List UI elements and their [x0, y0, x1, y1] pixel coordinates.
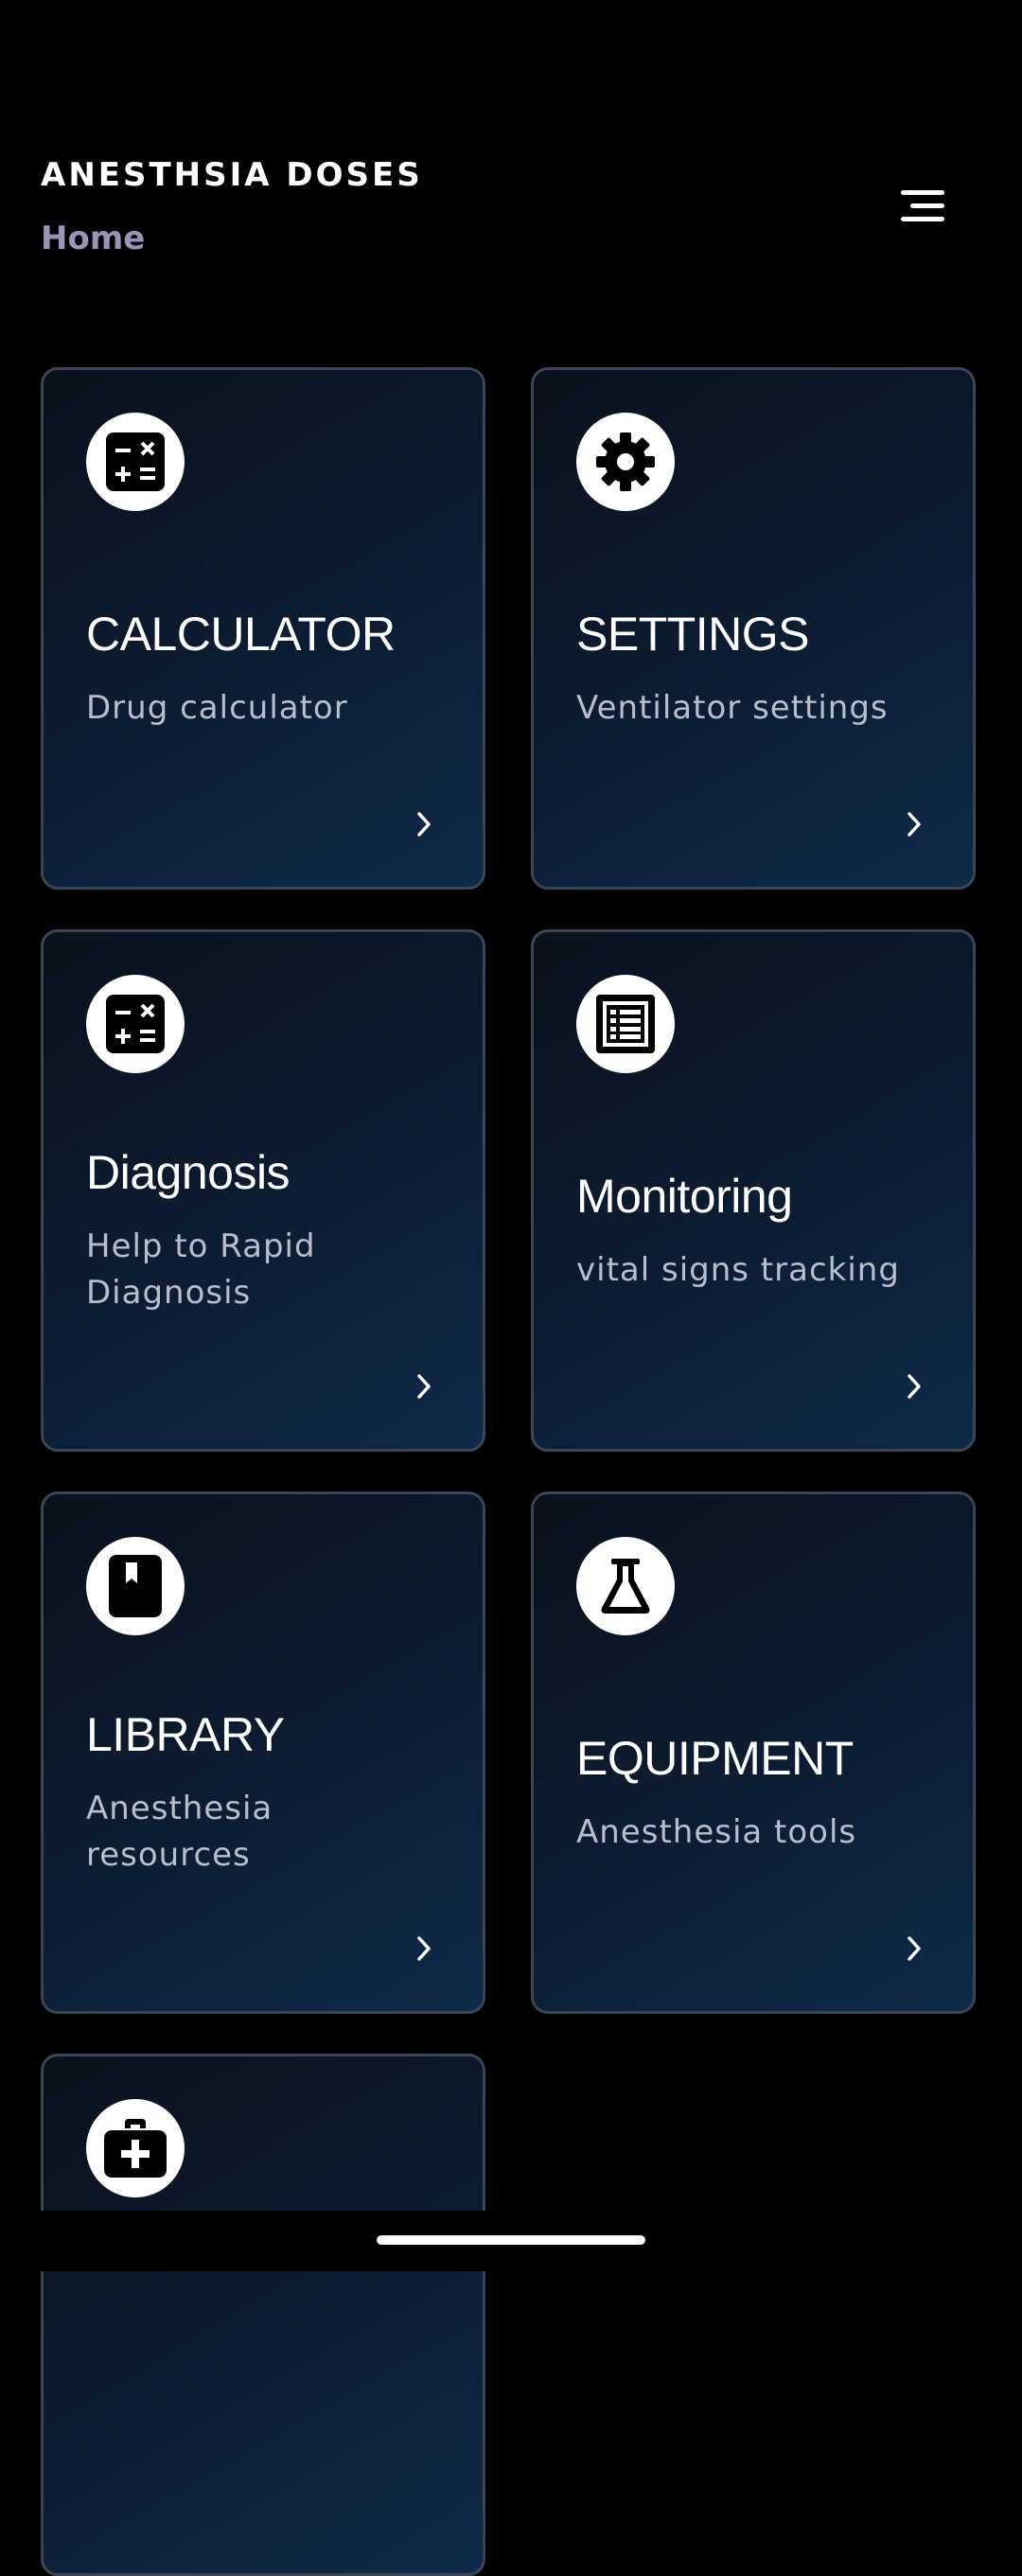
calculator-icon: [106, 432, 165, 491]
breadcrumb: Home: [41, 220, 146, 257]
card-title: Diagnosis: [86, 1146, 291, 1199]
chevron-right-icon: [907, 812, 921, 837]
app-title: ANESTHSIA DOSES: [41, 156, 423, 194]
calculator-icon: [106, 995, 165, 1053]
card-subtitle: Anesthesia resources: [86, 1790, 273, 1874]
medical-kit-icon: [104, 2119, 167, 2178]
card-subtitle: Anesthesia tools: [576, 1813, 857, 1851]
gear-icon-badge: [576, 413, 675, 511]
calculator-icon-badge: [86, 413, 185, 511]
card-title: EQUIPMENT: [576, 1732, 854, 1785]
calculator-icon-badge: [86, 975, 185, 1073]
card-subtitle: Help to Rapid Diagnosis: [86, 1227, 316, 1312]
card-subtitle: vital signs tracking: [576, 1251, 900, 1289]
gear-icon: [596, 432, 655, 491]
card-equipment[interactable]: EQUIPMENT Anesthesia tools: [531, 1491, 976, 2014]
card-title: LIBRARY: [86, 1708, 285, 1761]
card-subtitle: Drug calculator: [86, 689, 348, 727]
list-icon: [596, 995, 655, 1053]
flask-icon: [601, 1559, 650, 1614]
card-settings[interactable]: SETTINGS Ventilator settings: [531, 367, 976, 890]
chevron-right-icon: [907, 1936, 921, 1961]
medical-kit-icon-badge: [86, 2099, 185, 2197]
hamburger-menu-icon: [901, 190, 944, 221]
book-icon-badge: [86, 1537, 185, 1635]
card-library[interactable]: LIBRARY Anesthesia resources: [41, 1491, 485, 2014]
chevron-right-icon: [417, 1936, 431, 1961]
list-icon-badge: [576, 975, 675, 1073]
flask-icon-badge: [576, 1537, 675, 1635]
chevron-right-icon: [417, 1374, 431, 1399]
card-diagnosis[interactable]: Diagnosis Help to Rapid Diagnosis: [41, 929, 485, 1452]
menu-button[interactable]: [890, 178, 956, 235]
card-title: SETTINGS: [576, 608, 810, 661]
card-monitoring[interactable]: Monitoring vital signs tracking: [531, 929, 976, 1452]
card-calculator[interactable]: CALCULATOR Drug calculator: [41, 367, 485, 890]
app-header: ANESTHSIA DOSES Home: [0, 0, 1022, 303]
card-medical-kit[interactable]: [41, 2054, 485, 2576]
book-icon: [109, 1555, 162, 1617]
card-subtitle: Ventilator settings: [576, 689, 889, 727]
home-indicator[interactable]: [377, 2235, 645, 2245]
chevron-right-icon: [907, 1374, 921, 1399]
card-title: Monitoring: [576, 1170, 793, 1223]
card-title: CALCULATOR: [86, 608, 396, 661]
chevron-right-icon: [417, 812, 431, 837]
